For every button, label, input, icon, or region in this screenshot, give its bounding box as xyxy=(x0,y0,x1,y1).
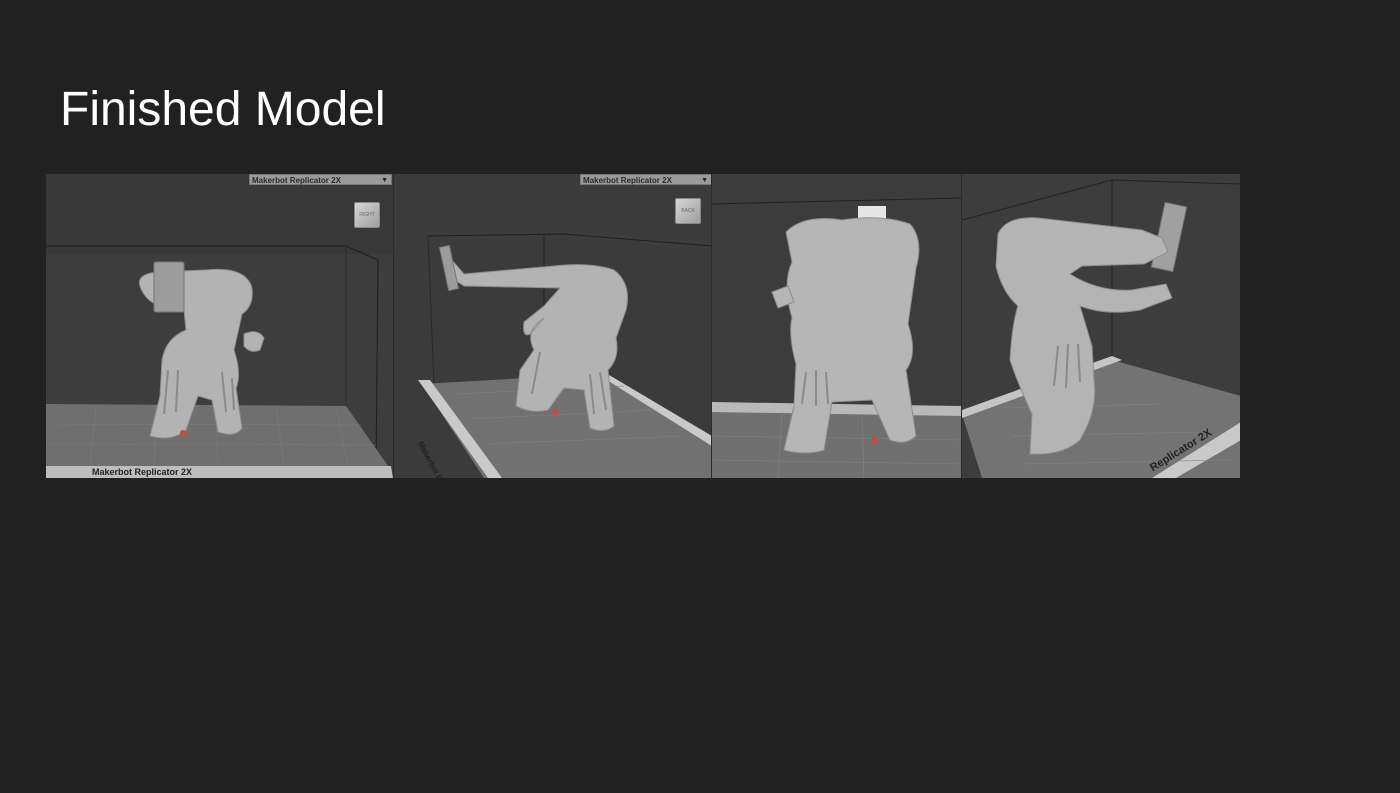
viewport-3[interactable] xyxy=(711,174,962,478)
view-cube-label: RIGHT xyxy=(359,212,375,218)
dropdown-arrow-icon: ▼ xyxy=(701,177,708,184)
viewport-3-scene xyxy=(712,174,962,478)
view-cube[interactable]: RIGHT xyxy=(354,202,380,228)
viewport-1[interactable]: Makerbot Replicator 2X ▼ RIGHT Makerbot … xyxy=(46,174,393,478)
viewport-2-scene xyxy=(394,174,712,478)
printer-dropdown[interactable]: Makerbot Replicator 2X ▼ xyxy=(580,174,712,185)
render-strip: Makerbot Replicator 2X ▼ RIGHT Makerbot … xyxy=(46,174,1240,478)
printer-dropdown-label: Makerbot Replicator 2X xyxy=(252,176,341,185)
printer-dropdown[interactable]: Makerbot Replicator 2X ▼ xyxy=(249,174,392,185)
viewport-1-scene xyxy=(46,174,393,478)
printer-dropdown-label: Makerbot Replicator 2X xyxy=(583,176,672,185)
plate-label: Makerbot Replicator 2X xyxy=(92,467,193,477)
slide-title: Finished Model xyxy=(60,83,386,136)
viewport-2[interactable]: Makerbot Replicator 2X ▼ BACK Makerbot R… xyxy=(393,174,712,478)
viewport-4[interactable]: Replicator 2X xyxy=(961,174,1240,478)
view-cube[interactable]: BACK xyxy=(675,198,701,224)
dropdown-arrow-icon: ▼ xyxy=(381,177,388,184)
view-cube-label: BACK xyxy=(681,208,695,214)
